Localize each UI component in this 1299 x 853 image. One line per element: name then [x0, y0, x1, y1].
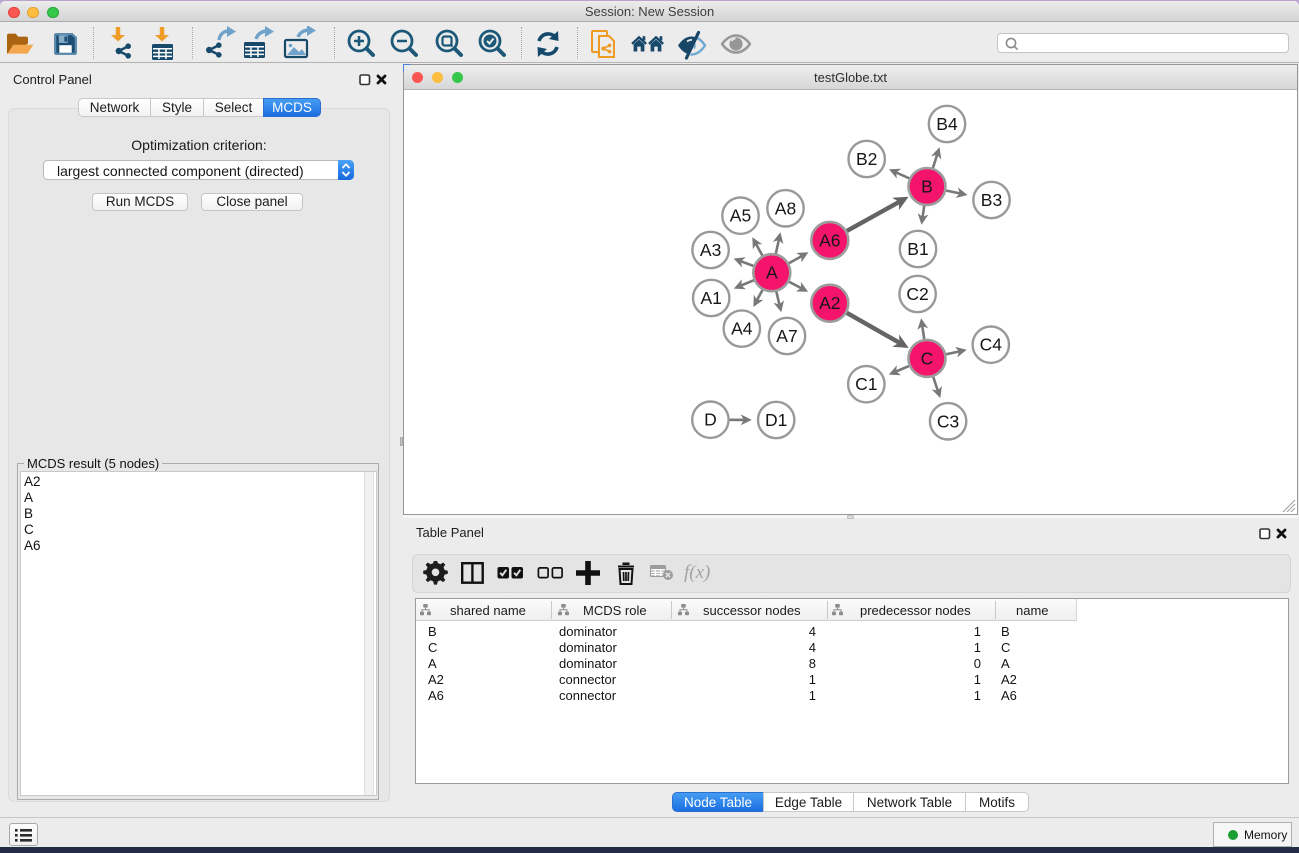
svg-text:C: C	[921, 348, 934, 368]
svg-text:B4: B4	[936, 114, 958, 134]
svg-text:C1: C1	[855, 374, 877, 394]
svg-text:B: B	[921, 177, 933, 197]
svg-text:A2: A2	[819, 293, 840, 313]
svg-text:C4: C4	[980, 335, 1003, 355]
svg-text:A: A	[766, 263, 778, 283]
svg-text:D: D	[704, 410, 717, 430]
svg-text:f(x): f(x)	[684, 562, 710, 583]
svg-text:B1: B1	[907, 239, 928, 259]
svg-text:A3: A3	[700, 240, 721, 260]
svg-text:B2: B2	[856, 149, 877, 169]
svg-text:A7: A7	[776, 326, 797, 346]
svg-text:A8: A8	[775, 198, 796, 218]
svg-text:D1: D1	[765, 410, 787, 430]
svg-text:A4: A4	[731, 319, 753, 339]
svg-text:B3: B3	[981, 190, 1002, 210]
svg-text:A1: A1	[700, 288, 721, 308]
svg-text:A6: A6	[819, 230, 840, 250]
svg-text:C3: C3	[937, 411, 959, 431]
svg-text:A5: A5	[730, 206, 751, 226]
svg-text:C2: C2	[906, 284, 928, 304]
